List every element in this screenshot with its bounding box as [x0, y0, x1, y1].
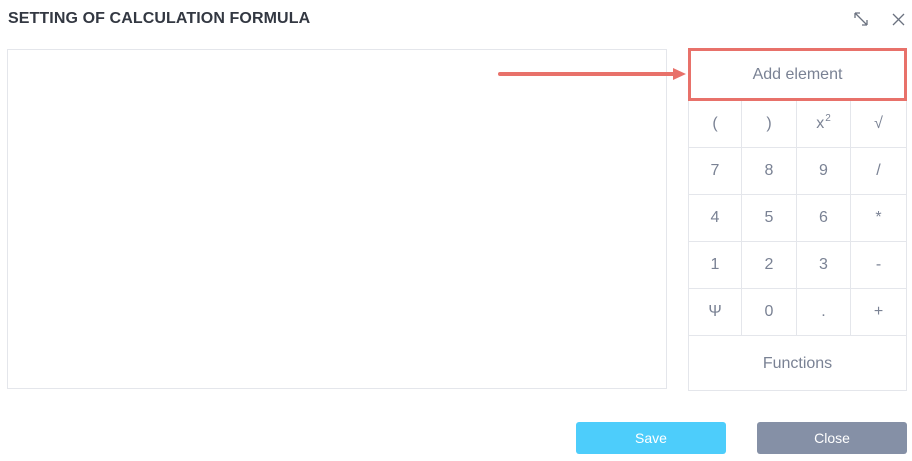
close-icon[interactable]	[889, 10, 907, 28]
key-5[interactable]: 5	[742, 195, 797, 242]
arrow-right-icon	[498, 68, 686, 80]
key-square-exponent: 2	[825, 112, 831, 124]
key-multiply[interactable]: *	[851, 195, 907, 242]
functions-button[interactable]: Functions	[688, 336, 907, 391]
key-close-paren[interactable]: )	[742, 101, 797, 148]
dialog-title: SETTING OF CALCULATION FORMULA	[8, 10, 311, 27]
key-decimal[interactable]: .	[797, 289, 851, 336]
key-7[interactable]: 7	[688, 148, 742, 195]
keypad-grid: ( ) x2 √ 7 8 9 / 4 5 6 * 1 2 3 - Ψ 0 . +	[688, 101, 907, 336]
formula-editor[interactable]	[7, 49, 667, 389]
key-sqrt[interactable]: √	[851, 101, 907, 148]
key-2[interactable]: 2	[742, 242, 797, 289]
key-9[interactable]: 9	[797, 148, 851, 195]
key-3[interactable]: 3	[797, 242, 851, 289]
key-square[interactable]: x2	[797, 101, 851, 148]
save-button[interactable]: Save	[576, 422, 726, 454]
key-minus[interactable]: -	[851, 242, 907, 289]
close-button[interactable]: Close	[757, 422, 907, 454]
key-square-base: x	[816, 115, 825, 132]
key-psi[interactable]: Ψ	[688, 289, 742, 336]
key-8[interactable]: 8	[742, 148, 797, 195]
key-4[interactable]: 4	[688, 195, 742, 242]
key-open-paren[interactable]: (	[688, 101, 742, 148]
key-1[interactable]: 1	[688, 242, 742, 289]
key-plus[interactable]: +	[851, 289, 907, 336]
expand-icon[interactable]	[852, 10, 870, 28]
key-divide[interactable]: /	[851, 148, 907, 195]
add-element-button[interactable]: Add element	[688, 48, 907, 101]
key-6[interactable]: 6	[797, 195, 851, 242]
key-0[interactable]: 0	[742, 289, 797, 336]
